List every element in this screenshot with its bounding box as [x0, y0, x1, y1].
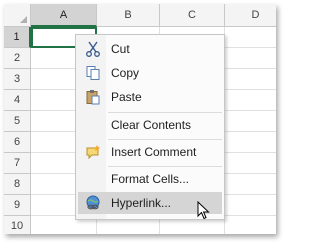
- paste-icon: [86, 90, 100, 105]
- menu-item-label: Insert Comment: [111, 145, 197, 159]
- menu-item-clear-contents[interactable]: Clear Contents: [78, 114, 222, 136]
- column-header-d[interactable]: D: [225, 4, 276, 27]
- context-menu: Cut Copy Paste Clear Contents Insert Com…: [75, 34, 225, 220]
- cell[interactable]: [225, 216, 276, 234]
- row-header-4[interactable]: 4: [4, 90, 31, 111]
- scissors-icon: [86, 41, 100, 57]
- spreadsheet: A B C D 1 2 3 4 5 6 7 8 9 10 Cut Copy Pa…: [4, 4, 276, 234]
- menu-item-copy[interactable]: Copy: [78, 62, 222, 84]
- row-header-5[interactable]: 5: [4, 111, 31, 132]
- menu-item-label: Format Cells...: [111, 172, 190, 186]
- menu-item-label: Hyperlink...: [111, 196, 172, 210]
- menu-item-insert-comment[interactable]: Insert Comment: [78, 141, 222, 163]
- menu-separator: [108, 166, 222, 167]
- select-all-triangle-icon: [20, 16, 27, 23]
- cell[interactable]: [225, 153, 276, 174]
- copy-icon: [86, 66, 100, 80]
- row-header-2[interactable]: 2: [4, 48, 31, 69]
- row-header-8[interactable]: 8: [4, 174, 31, 195]
- cell[interactable]: [225, 132, 276, 153]
- hyperlink-icon: [86, 195, 100, 210]
- row-header-9[interactable]: 9: [4, 195, 31, 216]
- row-header-10[interactable]: 10: [4, 216, 31, 234]
- cell[interactable]: [225, 48, 276, 69]
- menu-item-format-cells[interactable]: Format Cells...: [78, 168, 222, 190]
- column-header-c[interactable]: C: [160, 4, 225, 27]
- menu-item-cut[interactable]: Cut: [78, 38, 222, 60]
- row-header-1[interactable]: 1: [4, 27, 31, 48]
- row-header-7[interactable]: 7: [4, 153, 31, 174]
- row-header-3[interactable]: 3: [4, 69, 31, 90]
- insert-comment-icon: [86, 145, 100, 160]
- cell[interactable]: [225, 195, 276, 216]
- menu-separator: [108, 139, 222, 140]
- menu-item-paste[interactable]: Paste: [78, 86, 222, 108]
- select-all-corner[interactable]: [4, 4, 31, 27]
- row-header-6[interactable]: 6: [4, 132, 31, 153]
- cell[interactable]: [225, 111, 276, 132]
- menu-item-label: Paste: [111, 90, 142, 104]
- cell[interactable]: [225, 69, 276, 90]
- cell[interactable]: [225, 90, 276, 111]
- column-header-b[interactable]: B: [97, 4, 160, 27]
- cell[interactable]: [225, 174, 276, 195]
- menu-item-label: Clear Contents: [111, 118, 192, 132]
- menu-item-label: Cut: [111, 42, 130, 56]
- column-header-a[interactable]: A: [31, 4, 97, 27]
- mouse-pointer-icon: [197, 201, 210, 220]
- menu-item-label: Copy: [111, 66, 140, 80]
- menu-separator: [108, 112, 222, 113]
- cell[interactable]: [225, 27, 276, 48]
